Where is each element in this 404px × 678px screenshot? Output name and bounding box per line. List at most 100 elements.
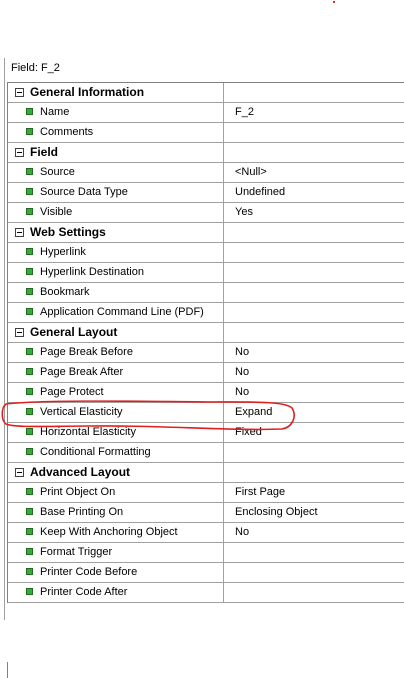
category-row[interactable]: Web Settings <box>8 223 404 243</box>
property-name: Name <box>40 106 70 118</box>
green-square-bullet-icon <box>26 248 33 255</box>
green-square-bullet-icon <box>26 168 33 175</box>
category-name-cell: General Information <box>8 83 224 102</box>
property-row[interactable]: Base Printing On Enclosing Object <box>8 503 404 523</box>
property-row[interactable]: Page Break After No <box>8 363 404 383</box>
property-row[interactable]: Print Object On First Page <box>8 483 404 503</box>
green-square-bullet-icon <box>26 508 33 515</box>
property-row[interactable]: Page Protect No <box>8 383 404 403</box>
category-value-cell <box>224 83 404 102</box>
property-value: <Null> <box>235 166 267 178</box>
category-label: Web Settings <box>30 225 106 239</box>
property-row[interactable]: Horizontal Elasticity Fixed <box>8 423 404 443</box>
property-value: First Page <box>235 486 286 498</box>
property-value-cell[interactable]: No <box>224 343 404 362</box>
green-square-bullet-icon <box>26 568 33 575</box>
property-row[interactable]: Bookmark <box>8 283 404 303</box>
property-row[interactable]: Conditional Formatting <box>8 443 404 463</box>
property-row[interactable]: Visible Yes <box>8 203 404 223</box>
property-value-cell[interactable]: Enclosing Object <box>224 503 404 522</box>
green-square-bullet-icon <box>26 428 33 435</box>
collapse-minus-icon[interactable] <box>15 88 24 97</box>
property-value-cell[interactable] <box>224 263 404 282</box>
property-name-cell: Name <box>8 103 224 122</box>
property-name: Hyperlink Destination <box>40 266 144 278</box>
category-row[interactable]: General Information <box>8 83 404 103</box>
property-value-cell[interactable]: No <box>224 523 404 542</box>
property-value-cell[interactable] <box>224 583 404 602</box>
property-name-cell: Page Break Before <box>8 343 224 362</box>
property-name-cell: Base Printing On <box>8 503 224 522</box>
property-name: Comments <box>40 126 94 138</box>
property-name: Application Command Line (PDF) <box>40 306 204 318</box>
property-name: Page Break After <box>40 366 124 378</box>
property-name-cell: Printer Code Before <box>8 563 224 582</box>
property-value-cell[interactable] <box>224 563 404 582</box>
category-row[interactable]: General Layout <box>8 323 404 343</box>
category-row[interactable]: Advanced Layout <box>8 463 404 483</box>
property-value: F_2 <box>235 106 254 118</box>
property-row[interactable]: Name F_2 <box>8 103 404 123</box>
property-value-cell[interactable] <box>224 443 404 462</box>
property-value-cell[interactable]: First Page <box>224 483 404 502</box>
property-name-cell: Conditional Formatting <box>8 443 224 462</box>
property-value-cell[interactable] <box>224 123 404 142</box>
property-row[interactable]: Source Data Type Undefined <box>8 183 404 203</box>
collapse-minus-icon[interactable] <box>15 468 24 477</box>
red-mark <box>333 1 335 3</box>
property-name: Source Data Type <box>40 186 128 198</box>
property-row[interactable]: Keep With Anchoring Object No <box>8 523 404 543</box>
property-name-cell: Keep With Anchoring Object <box>8 523 224 542</box>
collapse-minus-icon[interactable] <box>15 148 24 157</box>
property-value-cell[interactable]: Yes <box>224 203 404 222</box>
category-name-cell: Advanced Layout <box>8 463 224 482</box>
property-name-cell: Visible <box>8 203 224 222</box>
property-name: Conditional Formatting <box>40 446 151 458</box>
property-name-cell: Comments <box>8 123 224 142</box>
property-name-cell: Vertical Elasticity <box>8 403 224 422</box>
property-row[interactable]: Printer Code Before <box>8 563 404 583</box>
property-row[interactable]: Page Break Before No <box>8 343 404 363</box>
property-value-cell[interactable]: No <box>224 383 404 402</box>
property-name: Page Break Before <box>40 346 133 358</box>
property-name-cell: Hyperlink <box>8 243 224 262</box>
property-row[interactable]: Source <Null> <box>8 163 404 183</box>
property-value: Expand <box>235 406 273 418</box>
property-name: Hyperlink <box>40 246 86 258</box>
green-square-bullet-icon <box>26 268 33 275</box>
property-value-cell[interactable]: Expand <box>224 403 404 422</box>
category-value-cell <box>224 463 404 482</box>
field-title: Field: F_2 <box>11 62 60 74</box>
property-row[interactable]: Printer Code After <box>8 583 404 603</box>
property-name: Vertical Elasticity <box>40 406 123 418</box>
collapse-minus-icon[interactable] <box>15 228 24 237</box>
property-value-cell[interactable] <box>224 303 404 322</box>
property-value-cell[interactable]: Undefined <box>224 183 404 202</box>
property-value-cell[interactable]: No <box>224 363 404 382</box>
property-value: No <box>235 346 250 358</box>
property-value-cell[interactable] <box>224 283 404 302</box>
property-name: Horizontal Elasticity <box>40 426 136 438</box>
collapse-minus-icon[interactable] <box>15 328 24 337</box>
property-row[interactable]: Comments <box>8 123 404 143</box>
property-name-cell: Page Break After <box>8 363 224 382</box>
category-label: General Layout <box>30 325 118 339</box>
green-square-bullet-icon <box>26 108 33 115</box>
property-value: No <box>235 386 250 398</box>
category-name-cell: General Layout <box>8 323 224 342</box>
property-value-cell[interactable]: F_2 <box>224 103 404 122</box>
property-value-cell[interactable] <box>224 543 404 562</box>
property-row[interactable]: Hyperlink <box>8 243 404 263</box>
property-row[interactable]: Format Trigger <box>8 543 404 563</box>
property-value: Undefined <box>235 186 286 198</box>
property-value-cell[interactable]: Fixed <box>224 423 404 442</box>
property-row[interactable]: Application Command Line (PDF) <box>8 303 404 323</box>
property-value: No <box>235 366 250 378</box>
property-name-cell: Printer Code After <box>8 583 224 602</box>
property-value-cell[interactable]: <Null> <box>224 163 404 182</box>
property-name-cell: Bookmark <box>8 283 224 302</box>
category-row[interactable]: Field <box>8 143 404 163</box>
property-value-cell[interactable] <box>224 243 404 262</box>
property-row[interactable]: Vertical Elasticity Expand <box>8 403 404 423</box>
property-row[interactable]: Hyperlink Destination <box>8 263 404 283</box>
